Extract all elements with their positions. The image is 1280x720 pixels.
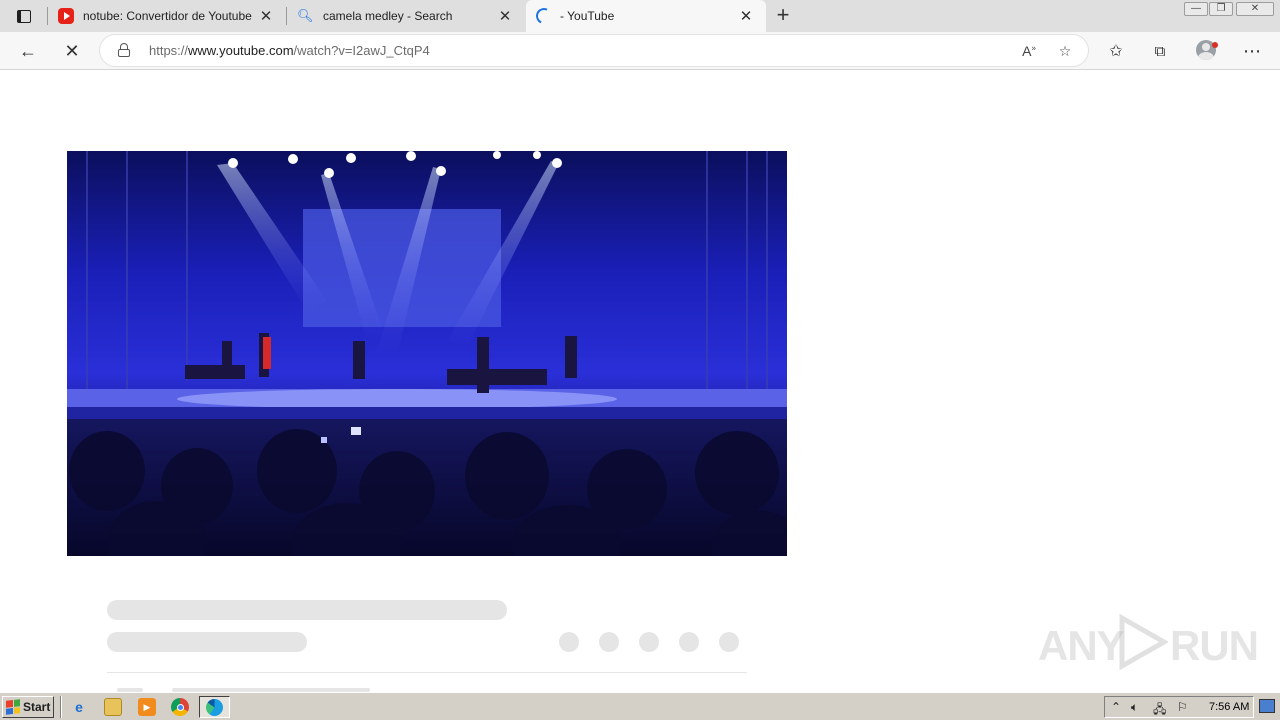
read-aloud-button[interactable]: A» — [1018, 40, 1040, 62]
loading-spinner-icon — [533, 5, 555, 27]
media-player-icon[interactable]: ▶ — [138, 698, 156, 716]
system-tray: ⌃ 🔈︎ 🖧 ⚐ 7:56 AM — [1104, 696, 1254, 718]
chrome-icon[interactable] — [171, 698, 189, 716]
read-aloud-icon: A» — [1022, 43, 1036, 59]
settings-menu-button[interactable]: ⋯ — [1238, 38, 1266, 64]
tab-separator — [286, 7, 287, 25]
tab-search[interactable]: 🔍︎ camela medley - Search ✕ — [286, 0, 525, 32]
taskbar-divider — [60, 696, 62, 718]
arrow-left-icon: ← — [19, 40, 37, 61]
star-plus-icon: ☆ — [1058, 42, 1072, 59]
channel-placeholder — [107, 632, 307, 652]
show-desktop-button[interactable] — [1259, 699, 1275, 713]
file-explorer-icon[interactable] — [104, 698, 122, 716]
search-favicon-icon: 🔍︎ — [297, 8, 314, 23]
taskbar-edge-active[interactable] — [199, 696, 230, 718]
stop-loading-button[interactable]: ✕ — [58, 38, 86, 64]
address-bar[interactable]: https://www.youtube.com/watch?v=I2awJ_Ct… — [100, 35, 1088, 66]
favorites-star-icon: ✩ — [1109, 43, 1123, 60]
tab-strip: notube: Convertidor de Youtube ✕ 🔍︎ came… — [0, 0, 1280, 32]
concert-video-frame — [67, 151, 787, 556]
tab-title: notube: Convertidor de Youtube — [83, 9, 252, 23]
profile-notification-dot — [1212, 42, 1218, 48]
start-label: Start — [23, 700, 51, 714]
volume-icon[interactable]: 🔈︎ — [1131, 700, 1138, 715]
windows-taskbar: Start e ▶ ⌃ 🔈︎ 🖧 ⚐ 7:56 AM — [0, 692, 1280, 720]
action-placeholder — [599, 632, 619, 652]
action-placeholder — [559, 632, 579, 652]
tab-title: - YouTube — [560, 9, 615, 23]
edge-icon — [206, 699, 223, 716]
start-button[interactable]: Start — [2, 696, 54, 718]
add-favorite-button[interactable]: ☆ — [1054, 40, 1076, 62]
watermark-text-right: RUN — [1170, 622, 1259, 669]
tab-close-icon[interactable]: ✕ — [495, 6, 515, 26]
watermark-text-left: ANY — [1038, 622, 1125, 669]
chevron-up-icon[interactable]: ⌃ — [1111, 700, 1121, 714]
favorites-button[interactable]: ✩ — [1102, 38, 1130, 64]
tab-actions-menu-button[interactable] — [8, 4, 40, 28]
windows-logo-icon — [6, 699, 20, 715]
tab-youtube-active[interactable]: - YouTube ✕ — [526, 0, 766, 32]
tab-separator — [47, 7, 48, 25]
flag-icon[interactable]: ⚐ — [1177, 700, 1188, 714]
internet-explorer-icon[interactable]: e — [70, 698, 88, 716]
action-placeholder — [719, 632, 739, 652]
url-scheme: https:// — [149, 43, 189, 58]
tab-close-icon[interactable]: ✕ — [256, 6, 276, 26]
collections-button[interactable]: ⧉ — [1146, 38, 1174, 64]
more-horizontal-icon: ⋯ — [1243, 40, 1261, 61]
restore-button[interactable]: ❐ — [1209, 2, 1233, 16]
minimize-button[interactable]: — — [1184, 2, 1208, 16]
video-player[interactable] — [67, 151, 787, 556]
clock[interactable]: 7:56 AM — [1209, 701, 1249, 713]
back-button[interactable]: ← — [14, 38, 42, 64]
url-text[interactable]: https://www.youtube.com/watch?v=I2awJ_Ct… — [149, 43, 430, 58]
tab-actions-icon — [17, 9, 31, 23]
url-path: /watch?v=I2awJ_CtqP4 — [293, 43, 430, 58]
url-host: www.youtube.com — [188, 43, 294, 58]
collections-icon: ⧉ — [1154, 42, 1166, 60]
tab-notube[interactable]: notube: Convertidor de Youtube ✕ — [47, 0, 286, 32]
network-icon[interactable]: 🖧 — [1153, 700, 1166, 720]
youtube-favicon-icon — [58, 8, 74, 24]
action-placeholder — [679, 632, 699, 652]
close-window-button[interactable]: ✕ — [1236, 2, 1274, 16]
play-logo-icon — [1119, 614, 1168, 670]
browser-toolbar: ← ✕ https://www.youtube.com/watch?v=I2aw… — [0, 32, 1280, 70]
tab-title: camela medley - Search — [323, 9, 453, 23]
divider — [107, 672, 747, 673]
anyrun-watermark: ANY RUN — [1038, 610, 1259, 672]
new-tab-button[interactable]: + — [772, 4, 794, 27]
close-icon: ✕ — [64, 40, 80, 61]
action-placeholder — [639, 632, 659, 652]
title-placeholder — [107, 600, 507, 620]
lock-icon[interactable] — [118, 43, 130, 57]
tab-close-icon[interactable]: ✕ — [736, 6, 756, 26]
